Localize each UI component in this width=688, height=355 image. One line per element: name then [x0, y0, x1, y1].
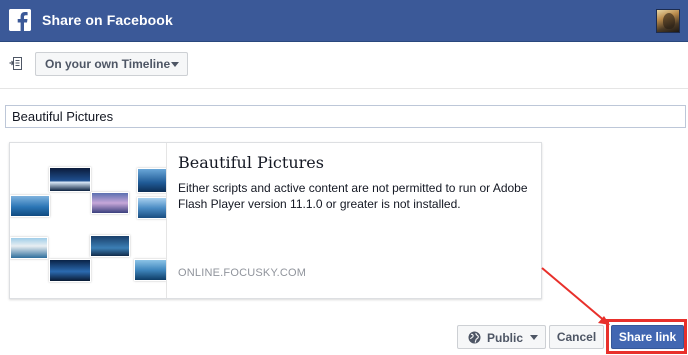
thumbnail-tile: [10, 195, 50, 217]
dialog-title: Share on Facebook: [42, 12, 173, 28]
share-post-icon: [9, 56, 23, 72]
chevron-down-icon: [530, 335, 538, 340]
thumbnail-tile: [49, 167, 91, 192]
thumbnail-tile: [91, 192, 129, 214]
thumbnail-tile: [90, 235, 130, 257]
cancel-button[interactable]: Cancel: [549, 325, 604, 349]
thumbnail-tile: [134, 259, 166, 281]
preview-title[interactable]: Beautiful Pictures: [178, 153, 324, 172]
preview-domain: ONLINE.FOCUSKY.COM: [178, 267, 307, 279]
message-input[interactable]: [5, 105, 686, 128]
privacy-label: Public: [487, 331, 524, 345]
audience-selector[interactable]: On your own Timeline: [35, 52, 188, 76]
thumbnail-tile: [137, 197, 166, 219]
chevron-down-icon: [171, 62, 179, 67]
thumbnail-tile: [137, 168, 166, 193]
privacy-selector[interactable]: Public: [457, 325, 546, 349]
link-preview[interactable]: Beautiful Pictures Either scripts and ac…: [9, 142, 542, 299]
user-avatar[interactable]: [656, 9, 680, 33]
share-link-button[interactable]: Share link: [611, 325, 684, 349]
audience-selector-label: On your own Timeline: [45, 57, 171, 71]
image-collage-thumbnail: [10, 143, 167, 298]
thumbnail-tile: [10, 237, 48, 259]
facebook-logo-icon: [9, 9, 31, 31]
thumbnail-tile: [49, 259, 91, 282]
dialog-header: Share on Facebook: [0, 0, 688, 42]
divider: [0, 88, 688, 89]
globe-icon: [468, 331, 481, 344]
preview-description: Either scripts and active content are no…: [178, 181, 528, 211]
